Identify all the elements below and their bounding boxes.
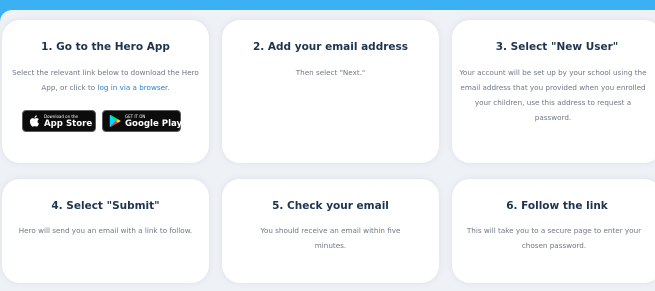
step-card-6: 6. Follow the link This will take you to…	[452, 179, 655, 283]
step-card-2: 2. Add your email address Then select "N…	[222, 20, 439, 163]
step-card-1: 1. Go to the Hero App Select the relevan…	[2, 20, 209, 163]
step-description: This will take you to a secure page to e…	[466, 226, 642, 250]
browser-login-link[interactable]: log in via a browser	[97, 83, 167, 92]
step-description: Select the relevant link below to downlo…	[2, 65, 209, 95]
step-description: Your account will be set up by your scho…	[459, 68, 647, 122]
step-description: Hero will send you an email with a link …	[18, 226, 193, 235]
step-description: Then select "Next."	[295, 68, 366, 77]
step-title: 4. Select "Submit"	[51, 200, 160, 212]
step-card-4: 4. Select "Submit" Hero will send you an…	[2, 179, 209, 283]
google-play-label: Google Play	[125, 119, 183, 129]
app-store-button[interactable]: Download on the App Store	[22, 110, 96, 132]
step-card-5: 5. Check your email You should receive a…	[222, 179, 439, 283]
step-title: 6. Follow the link	[506, 200, 608, 212]
step-title: 1. Go to the Hero App	[41, 41, 170, 53]
step-description: You should receive an email within five …	[260, 226, 401, 250]
apple-icon	[29, 115, 39, 127]
step-title: 3. Select "New User"	[495, 41, 619, 53]
step-title: 5. Check your email	[272, 200, 389, 212]
step-title: 2. Add your email address	[252, 41, 409, 53]
step-text-end: .	[167, 83, 170, 92]
app-store-label: App Store	[44, 119, 93, 129]
step-card-3: 3. Select "New User" Your account will b…	[452, 20, 655, 163]
google-play-button[interactable]: GET IT ON Google Play	[102, 110, 183, 132]
google-play-icon	[109, 114, 121, 128]
